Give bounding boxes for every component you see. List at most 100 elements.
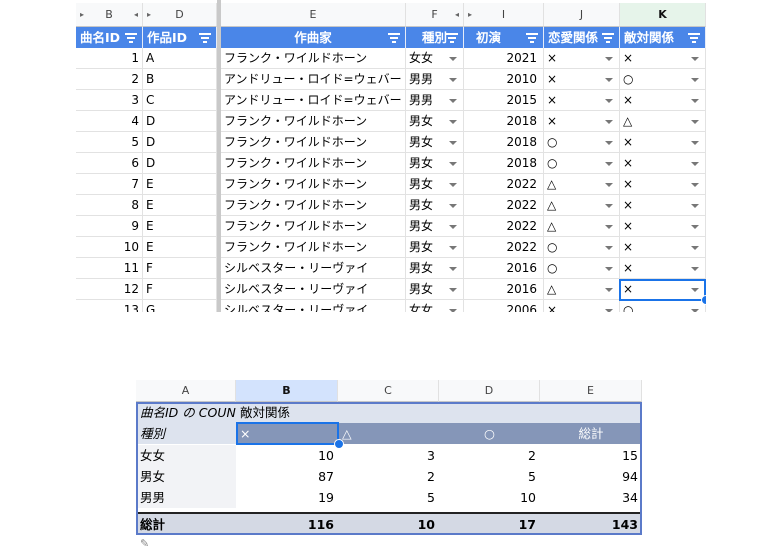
cell-romance[interactable]: △ bbox=[544, 174, 620, 195]
column-header-d[interactable]: D bbox=[439, 380, 540, 402]
cell-romance[interactable]: △ bbox=[544, 279, 620, 300]
cell-song-id[interactable]: 2 bbox=[76, 69, 143, 90]
pivot-value-cell[interactable]: 5 bbox=[338, 487, 439, 508]
column-header-b[interactable]: B bbox=[236, 380, 338, 402]
dropdown-arrow-icon[interactable] bbox=[691, 204, 699, 208]
pivot-value-cell[interactable]: 3 bbox=[338, 445, 439, 466]
cell-type[interactable]: 男女 bbox=[406, 195, 464, 216]
cell-composer[interactable]: フランク・ワイルドホーン bbox=[221, 153, 406, 174]
dropdown-arrow-icon[interactable] bbox=[691, 141, 699, 145]
collapse-right-icon[interactable]: ◂ bbox=[134, 3, 138, 26]
header-type[interactable]: 種別 bbox=[406, 27, 464, 48]
cell-romance[interactable]: ○ bbox=[544, 258, 620, 279]
cell-song-id[interactable]: 3 bbox=[76, 90, 143, 111]
dropdown-arrow-icon[interactable] bbox=[691, 309, 699, 312]
dropdown-arrow-icon[interactable] bbox=[605, 246, 613, 250]
pivot-value-cell[interactable]: 10 bbox=[236, 445, 338, 466]
header-romance[interactable]: 恋愛関係 bbox=[544, 27, 620, 48]
cell-premiere[interactable]: 2022 bbox=[464, 237, 544, 258]
cell-rivalry[interactable]: × bbox=[620, 153, 706, 174]
cell-work-id[interactable]: D bbox=[143, 153, 217, 174]
column-header-e[interactable]: E bbox=[540, 380, 642, 402]
cell-premiere[interactable]: 2015 bbox=[464, 90, 544, 111]
cell-premiere[interactable]: 2018 bbox=[464, 111, 544, 132]
cell-work-id[interactable]: C bbox=[143, 90, 217, 111]
dropdown-arrow-icon[interactable] bbox=[691, 225, 699, 229]
dropdown-arrow-icon[interactable] bbox=[449, 120, 457, 124]
dropdown-arrow-icon[interactable] bbox=[691, 246, 699, 250]
cell-type[interactable]: 男女 bbox=[406, 111, 464, 132]
cell-song-id[interactable]: 11 bbox=[76, 258, 143, 279]
dropdown-arrow-icon[interactable] bbox=[691, 183, 699, 187]
cell-work-id[interactable]: D bbox=[143, 111, 217, 132]
dropdown-arrow-icon[interactable] bbox=[691, 57, 699, 61]
frozen-column-divider[interactable] bbox=[217, 0, 221, 312]
cell-rivalry[interactable]: × bbox=[620, 48, 706, 69]
dropdown-arrow-icon[interactable] bbox=[449, 288, 457, 292]
cell-romance[interactable]: △ bbox=[544, 195, 620, 216]
dropdown-arrow-icon[interactable] bbox=[605, 288, 613, 292]
cell-work-id[interactable]: D bbox=[143, 132, 217, 153]
pivot-col-header-circle[interactable]: ○ bbox=[439, 423, 540, 444]
cell-song-id[interactable]: 8 bbox=[76, 195, 143, 216]
pivot-value-cell[interactable]: 2 bbox=[338, 466, 439, 487]
pivot-value-cell[interactable]: 10 bbox=[439, 487, 540, 508]
dropdown-arrow-icon[interactable] bbox=[605, 78, 613, 82]
cell-rivalry[interactable]: △ bbox=[620, 111, 706, 132]
cell-type[interactable]: 男男 bbox=[406, 69, 464, 90]
cell-composer[interactable]: シルベスター・リーヴァイ bbox=[221, 258, 406, 279]
dropdown-arrow-icon[interactable] bbox=[605, 225, 613, 229]
cell-song-id[interactable]: 9 bbox=[76, 216, 143, 237]
dropdown-arrow-icon[interactable] bbox=[449, 183, 457, 187]
cell-premiere[interactable]: 2016 bbox=[464, 258, 544, 279]
dropdown-arrow-icon[interactable] bbox=[691, 288, 699, 292]
dropdown-arrow-icon[interactable] bbox=[605, 141, 613, 145]
cell-song-id[interactable]: 4 bbox=[76, 111, 143, 132]
cell-premiere[interactable]: 2021 bbox=[464, 48, 544, 69]
cell-song-id[interactable]: 13 bbox=[76, 300, 143, 312]
column-header-a[interactable]: A bbox=[136, 380, 236, 402]
pivot-value-cell[interactable]: 19 bbox=[236, 487, 338, 508]
pivot-total-circle[interactable]: 17 bbox=[439, 512, 540, 533]
pivot-col-header-cross[interactable]: × bbox=[236, 423, 338, 444]
cell-composer[interactable]: フランク・ワイルドホーン bbox=[221, 174, 406, 195]
pivot-col-header-triangle[interactable]: △ bbox=[338, 423, 439, 444]
pivot-value-cell[interactable]: 34 bbox=[540, 487, 642, 508]
dropdown-arrow-icon[interactable] bbox=[605, 162, 613, 166]
cell-romance[interactable]: × bbox=[544, 69, 620, 90]
cell-premiere[interactable]: 2018 bbox=[464, 153, 544, 174]
cell-romance[interactable]: × bbox=[544, 111, 620, 132]
cell-rivalry[interactable]: × bbox=[620, 195, 706, 216]
cell-rivalry[interactable]: × bbox=[620, 216, 706, 237]
cell-type[interactable]: 男女 bbox=[406, 279, 464, 300]
cell-romance[interactable]: ○ bbox=[544, 132, 620, 153]
dropdown-arrow-icon[interactable] bbox=[691, 267, 699, 271]
cell-type[interactable]: 女女 bbox=[406, 48, 464, 69]
cell-song-id[interactable]: 12 bbox=[76, 279, 143, 300]
expand-left-icon[interactable]: ▸ bbox=[147, 3, 151, 26]
filter-icon[interactable] bbox=[199, 32, 211, 43]
cell-romance[interactable]: △ bbox=[544, 216, 620, 237]
header-rivalry[interactable]: 敵対関係 bbox=[620, 27, 706, 48]
header-composer[interactable]: 作曲家 bbox=[221, 27, 406, 48]
dropdown-arrow-icon[interactable] bbox=[691, 162, 699, 166]
cell-work-id[interactable]: G bbox=[143, 300, 217, 312]
dropdown-arrow-icon[interactable] bbox=[605, 120, 613, 124]
cell-premiere[interactable]: 2006 bbox=[464, 300, 544, 312]
dropdown-arrow-icon[interactable] bbox=[449, 267, 457, 271]
header-work-id[interactable]: 作品ID bbox=[143, 27, 217, 48]
cell-rivalry[interactable]: × bbox=[620, 258, 706, 279]
filter-icon[interactable] bbox=[602, 32, 614, 43]
filter-icon[interactable] bbox=[526, 32, 538, 43]
dropdown-arrow-icon[interactable] bbox=[605, 204, 613, 208]
pivot-total-grand[interactable]: 143 bbox=[540, 512, 642, 533]
cell-composer[interactable]: フランク・ワイルドホーン bbox=[221, 216, 406, 237]
dropdown-arrow-icon[interactable] bbox=[449, 162, 457, 166]
cell-work-id[interactable]: E bbox=[143, 174, 217, 195]
filter-icon[interactable] bbox=[688, 32, 700, 43]
cell-type[interactable]: 男女 bbox=[406, 216, 464, 237]
pivot-value-cell[interactable]: 87 bbox=[236, 466, 338, 487]
cell-work-id[interactable]: E bbox=[143, 216, 217, 237]
cell-composer[interactable]: フランク・ワイルドホーン bbox=[221, 195, 406, 216]
cell-romance[interactable]: ○ bbox=[544, 153, 620, 174]
